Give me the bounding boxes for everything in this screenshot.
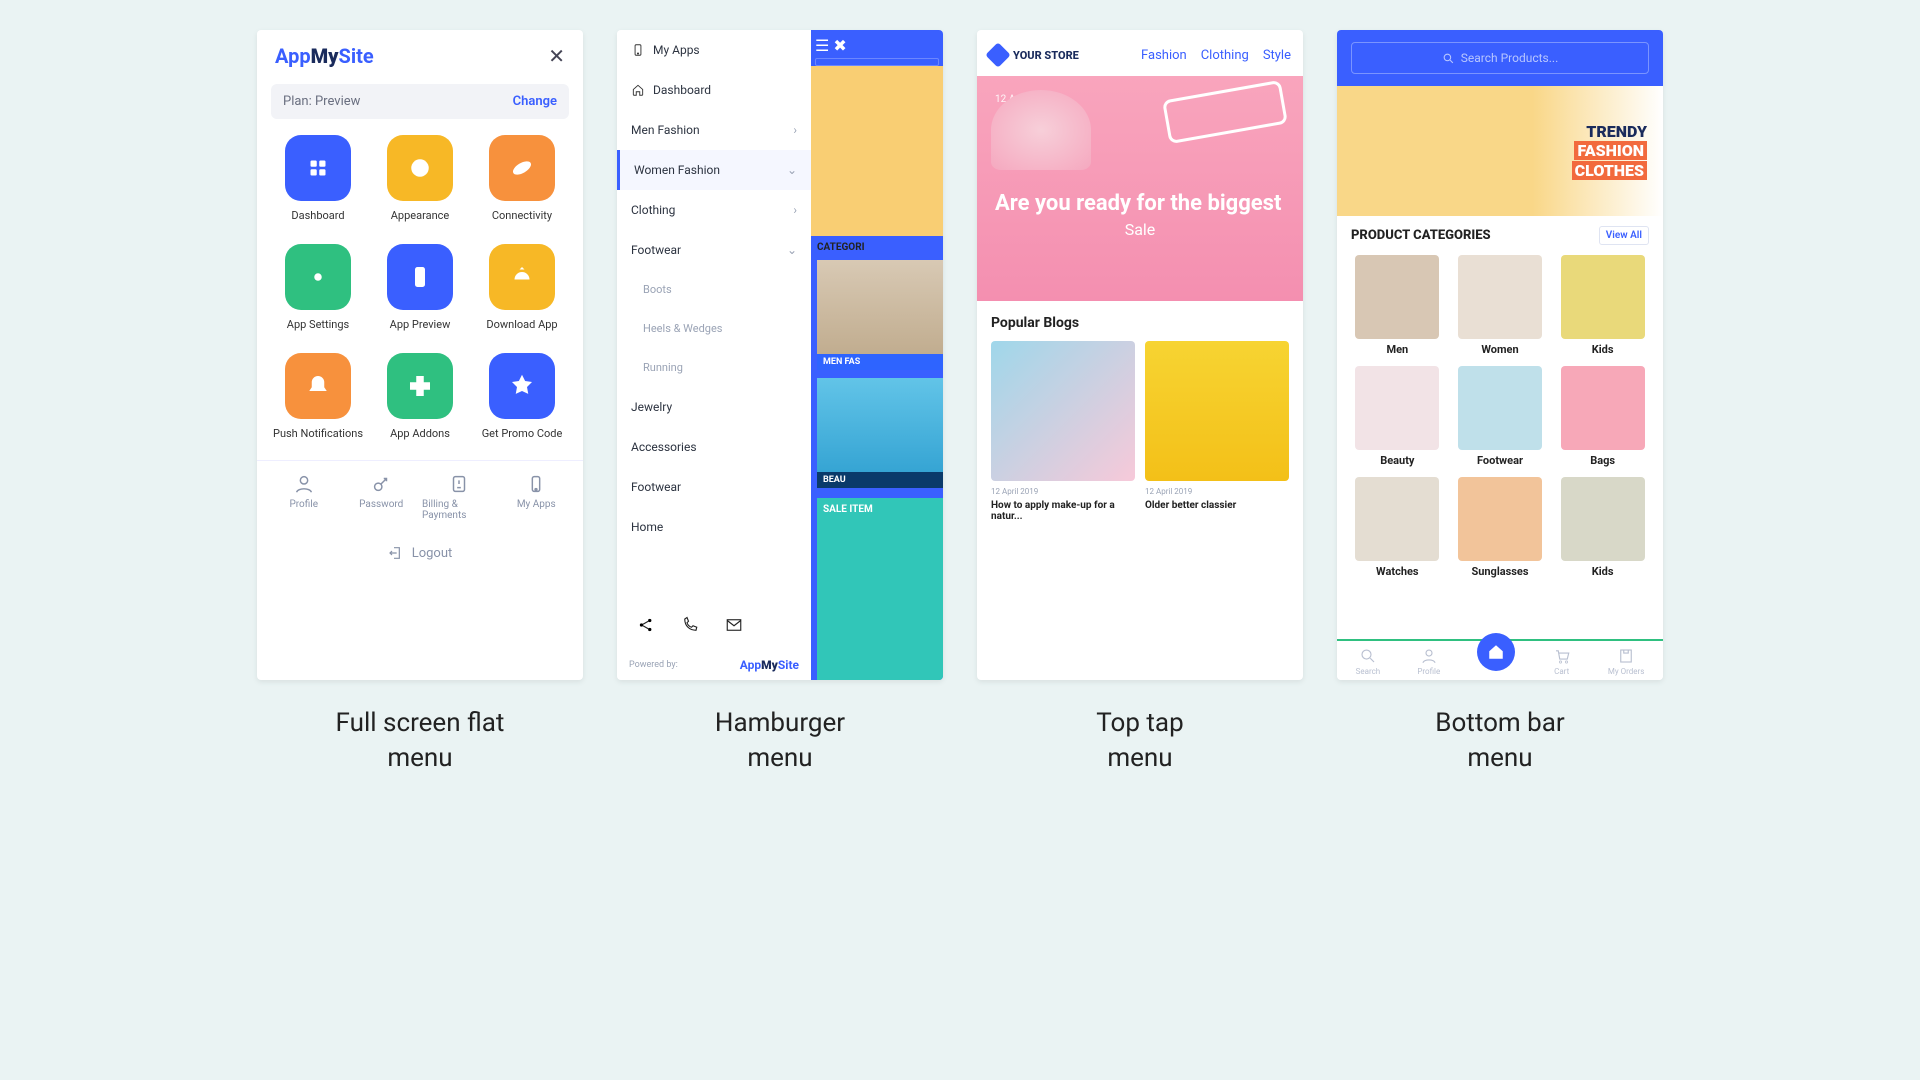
tile-icon	[303, 371, 333, 401]
tile-push-notifications[interactable]: Push Notifications	[271, 353, 365, 440]
phone-icon[interactable]	[681, 616, 699, 634]
tile-appearance[interactable]: Appearance	[373, 135, 467, 222]
screen-bottom-bar: Search Products... TRENDYFASHIONCLOTHES …	[1337, 30, 1663, 680]
section-title: Popular Blogs	[977, 301, 1303, 341]
close-icon[interactable]: ✕	[548, 44, 565, 68]
search-icon	[1442, 52, 1455, 65]
category-men[interactable]: Men	[1351, 255, 1444, 356]
tile-icon	[303, 153, 333, 183]
caption: Hamburger menu	[715, 706, 845, 776]
tile-icon	[303, 262, 333, 292]
logout-icon	[388, 545, 404, 561]
nav-profile[interactable]: Profile	[1417, 647, 1440, 676]
bottom-password[interactable]: Password	[345, 473, 419, 521]
promo-banner[interactable]: TRENDYFASHIONCLOTHES	[1337, 86, 1663, 216]
bottom-profile[interactable]: Profile	[267, 473, 341, 521]
screen-top-tap: YOUR STORE Fashion Clothing Style 12 April…	[977, 30, 1303, 680]
section-title: PRODUCT CATEGORIES	[1351, 228, 1491, 243]
nav-cart[interactable]: Cart	[1553, 647, 1571, 676]
category-kids[interactable]: Kids	[1556, 477, 1649, 578]
category-women[interactable]: Women	[1454, 255, 1547, 356]
drawer: My AppsDashboardMen Fashion›Women Fashio…	[617, 30, 811, 680]
screen-flat-menu: AppMySite ✕ Plan: Preview Change Dashboa…	[257, 30, 583, 680]
tile-icon	[507, 153, 537, 183]
plan-bar: Plan: Preview Change	[271, 84, 569, 119]
tile-connectivity[interactable]: Connectivity	[475, 135, 569, 222]
plan-label: Plan: Preview	[283, 94, 360, 109]
tile-download-app[interactable]: Download App	[475, 244, 569, 331]
blog-card[interactable]: 12 April 2019Older better classier	[1145, 341, 1289, 522]
share-icon[interactable]	[637, 616, 655, 634]
tile-icon	[405, 153, 435, 183]
tile-icon	[507, 262, 537, 292]
drawer-item[interactable]: Accessories	[617, 427, 811, 467]
tile-dashboard[interactable]: Dashboard	[271, 135, 365, 222]
drawer-item[interactable]: Clothing›	[617, 190, 811, 230]
drawer-item[interactable]: Footwear⌄	[617, 230, 811, 270]
caption: Full screen flat menu	[336, 706, 505, 776]
tile-app-settings[interactable]: App Settings	[271, 244, 365, 331]
plan-change-link[interactable]: Change	[513, 94, 557, 109]
drawer-item[interactable]: Women Fashion⌄	[617, 150, 811, 190]
view-all-link[interactable]: View All	[1599, 226, 1649, 245]
drawer-item[interactable]: Men Fashion›	[617, 110, 811, 150]
tile-app-addons[interactable]: App Addons	[373, 353, 467, 440]
caption: Top tap menu	[1096, 706, 1183, 776]
tile-icon	[405, 262, 435, 292]
drawer-item[interactable]: Footwear	[617, 467, 811, 507]
brand-logo: AppMySite	[275, 44, 374, 68]
drawer-item[interactable]: Home	[617, 507, 811, 547]
category-bags[interactable]: Bags	[1556, 366, 1649, 467]
category-watches[interactable]: Watches	[1351, 477, 1444, 578]
drawer-item[interactable]: Heels & Wedges	[617, 309, 811, 348]
tab-style[interactable]: Style	[1263, 48, 1291, 63]
caption: Bottom bar menu	[1435, 706, 1564, 776]
category-beauty[interactable]: Beauty	[1351, 366, 1444, 467]
mail-icon[interactable]	[725, 616, 743, 634]
bottom-my-apps[interactable]: My Apps	[500, 473, 574, 521]
bottom-nav: Search Profile Cart My Orders	[1337, 639, 1663, 680]
hero-banner[interactable]: 12 April 2019 Are you ready for the bigg…	[977, 76, 1303, 301]
nav-orders[interactable]: My Orders	[1608, 647, 1645, 676]
search-input[interactable]: Search Products...	[1351, 42, 1649, 74]
category-kids[interactable]: Kids	[1556, 255, 1649, 356]
tile-icon	[405, 371, 435, 401]
drawer-item[interactable]: My Apps	[617, 30, 811, 70]
drawer-item[interactable]: Running	[617, 348, 811, 387]
bottom-billing-payments[interactable]: Billing & Payments	[422, 473, 496, 521]
drawer-item[interactable]: Jewelry	[617, 387, 811, 427]
logout-button[interactable]: Logout	[257, 533, 583, 573]
screen-hamburger: My AppsDashboardMen Fashion›Women Fashio…	[617, 30, 943, 680]
tile-icon	[507, 371, 537, 401]
drawer-item[interactable]: Boots	[617, 270, 811, 309]
hero-headline: Are you ready for the biggest	[995, 191, 1285, 216]
tile-get-promo-code[interactable]: Get Promo Code	[475, 353, 569, 440]
store-logo: YOUR STORE	[989, 46, 1079, 64]
blog-card[interactable]: 12 April 2019How to apply make-up for a …	[991, 341, 1135, 522]
tab-clothing[interactable]: Clothing	[1201, 48, 1249, 63]
category-sunglasses[interactable]: Sunglasses	[1454, 477, 1547, 578]
nav-search[interactable]: Search	[1356, 647, 1381, 676]
category-footwear[interactable]: Footwear	[1454, 366, 1547, 467]
tile-app-preview[interactable]: App Preview	[373, 244, 467, 331]
nav-home-fab[interactable]	[1477, 633, 1515, 671]
tab-fashion[interactable]: Fashion	[1141, 48, 1187, 63]
content-behind: ☰ ✖ CATEGORI MEN FAS BEAU SALE ITEM Dior…	[811, 30, 943, 680]
drawer-item[interactable]: Dashboard	[617, 70, 811, 110]
